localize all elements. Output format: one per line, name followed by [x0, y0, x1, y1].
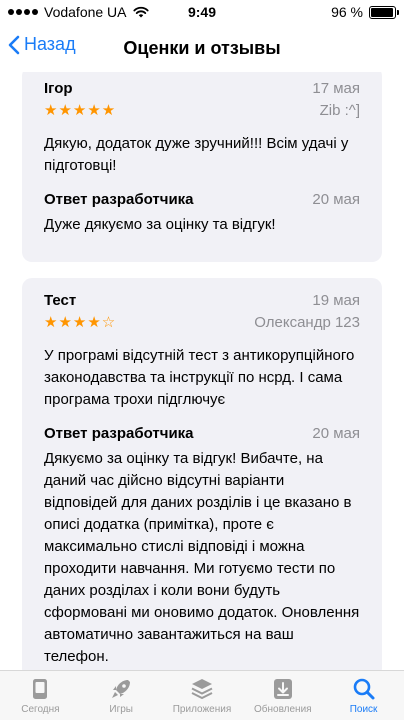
search-icon — [353, 678, 375, 699]
review-author: Олександр 123 — [254, 314, 360, 331]
battery-fill — [371, 7, 394, 17]
review-text: Дякую, додаток дуже зручний!!! Всім удач… — [44, 135, 349, 174]
battery-icon — [369, 5, 399, 19]
tab-label: Поиск — [349, 703, 378, 715]
rocket-icon — [112, 679, 131, 698]
tab-apps[interactable]: Приложения — [162, 671, 243, 720]
back-button[interactable]: Назад — [8, 34, 76, 55]
today-icon — [33, 678, 48, 699]
developer-response-label: Ответ разработчика — [44, 425, 194, 442]
status-right: 96 % — [331, 4, 399, 20]
tab-label: Игры — [109, 703, 133, 715]
reviews-list[interactable]: Ігор 17 мая ★★★★★ Zib :^] Дякую, додаток… — [0, 72, 404, 670]
tab-today[interactable]: Сегодня — [0, 671, 81, 720]
star-rating: ★★★★☆ — [44, 314, 117, 331]
developer-response-date: 20 мая — [312, 425, 360, 442]
review-title: Тест — [44, 292, 77, 309]
page-title: Оценки и отзывы — [123, 37, 281, 58]
star-rating: ★★★★★ — [44, 102, 117, 119]
status-left: Vodafone UA — [8, 4, 149, 20]
tab-search[interactable]: Поиск — [323, 671, 404, 720]
nav-bar: Назад Оценки и отзывы — [0, 24, 404, 72]
review-card: Ігор 17 мая ★★★★★ Zib :^] Дякую, додаток… — [22, 72, 382, 262]
review-card: Тест 19 мая ★★★★☆ Олександр 123 У програ… — [22, 278, 382, 670]
carrier-label: Vodafone UA — [44, 4, 127, 20]
tab-games[interactable]: Игры — [81, 671, 162, 720]
developer-response-date: 20 мая — [312, 191, 360, 208]
review-title: Ігор — [44, 80, 73, 97]
tab-label: Приложения — [172, 703, 232, 715]
battery-percent: 96 % — [331, 4, 363, 20]
wifi-icon — [132, 6, 149, 18]
review-date: 19 мая — [312, 292, 360, 309]
layers-icon — [191, 678, 213, 699]
chevron-left-icon — [8, 35, 20, 54]
review-text: У програмі відсутній тест з антикорупцій… — [44, 347, 355, 408]
tab-label: Обновления — [253, 703, 312, 715]
status-bar: Vodafone UA 9:49 96 % — [0, 0, 404, 24]
review-date: 17 мая — [312, 80, 360, 97]
back-label: Назад — [24, 34, 76, 54]
tab-label: Сегодня — [21, 703, 60, 715]
developer-response-text: Дуже дякуємо за оцінку та відгук! — [44, 216, 276, 233]
review-author: Zib :^] — [319, 102, 360, 119]
developer-response-text: Дякуємо за оцінку та відгук! Вибачте, на… — [44, 450, 360, 665]
signal-icon — [8, 9, 38, 15]
tab-bar: Сегодня Игры Приложения Обновления Поиск — [0, 670, 404, 720]
tab-updates[interactable]: Обновления — [242, 671, 323, 720]
download-icon — [273, 678, 292, 699]
developer-response-label: Ответ разработчика — [44, 191, 194, 208]
status-time: 9:49 — [187, 4, 217, 20]
